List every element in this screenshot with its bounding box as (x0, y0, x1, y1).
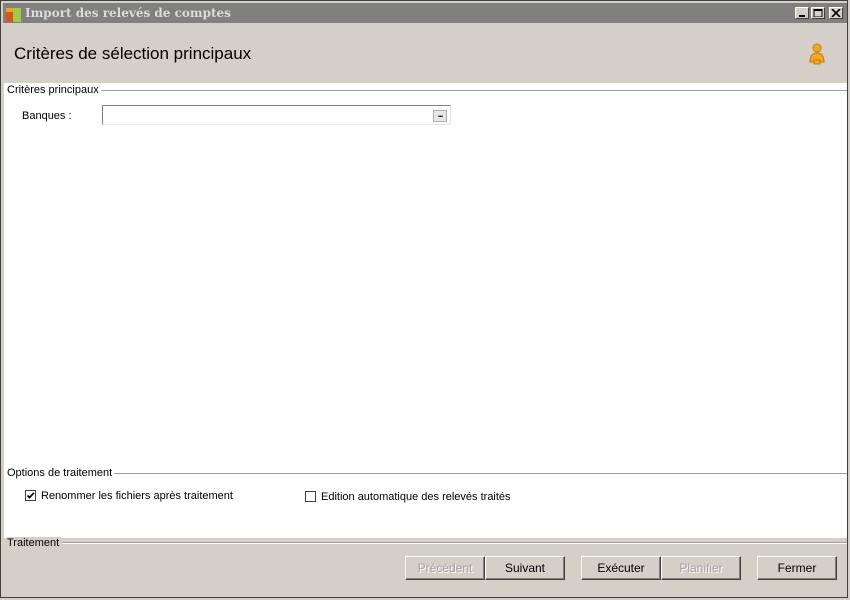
close-button[interactable]: Fermer (757, 556, 837, 580)
maximize-icon (813, 9, 823, 17)
processing-divider (62, 542, 847, 544)
footer-band: Traitement Précédent Suivant Exécuter Pl… (4, 537, 847, 597)
app-icon (6, 6, 22, 22)
page-title: Critères de sélection principaux (14, 44, 252, 63)
minimize-button[interactable] (795, 7, 809, 19)
previous-button[interactable]: Précédent (405, 556, 485, 580)
minimize-icon (799, 15, 805, 17)
close-icon (831, 9, 841, 17)
auto-edit-label[interactable]: Edition automatique des relevés traités (321, 491, 511, 503)
close-window-button[interactable] (829, 7, 843, 19)
maximize-button[interactable] (811, 7, 825, 19)
processing-options-divider (111, 473, 847, 475)
main-criteria-divider (96, 90, 847, 92)
banks-field[interactable]: ... (102, 105, 451, 125)
header-band: Critères de sélection principaux (3, 23, 847, 83)
title-bar[interactable]: Import des relevés de comptes (3, 3, 847, 23)
import-statements-window: Import des relevés de comptes Critères d… (0, 0, 848, 598)
rename-files-checkbox[interactable] (25, 490, 36, 501)
processing-options-group-label: Options de traitement (7, 467, 115, 479)
auto-edit-checkbox[interactable] (305, 491, 316, 502)
rename-files-label[interactable]: Renommer les fichiers après traitement (41, 490, 233, 502)
processing-group-label: Traitement (7, 537, 62, 549)
next-button[interactable]: Suivant (485, 556, 565, 580)
banks-browse-button[interactable]: ... (433, 110, 447, 122)
banks-input[interactable] (104, 107, 428, 125)
content-area: Critères principaux Banques : ... Option… (4, 83, 847, 538)
execute-button[interactable]: Exécuter (581, 556, 661, 580)
checkmark-icon (26, 492, 35, 499)
user-icon (809, 43, 825, 65)
banks-label: Banques : (22, 110, 72, 122)
main-criteria-group-label: Critères principaux (7, 84, 101, 96)
window-title: Import des relevés de comptes (25, 6, 231, 20)
schedule-button[interactable]: Planifier (661, 556, 741, 580)
